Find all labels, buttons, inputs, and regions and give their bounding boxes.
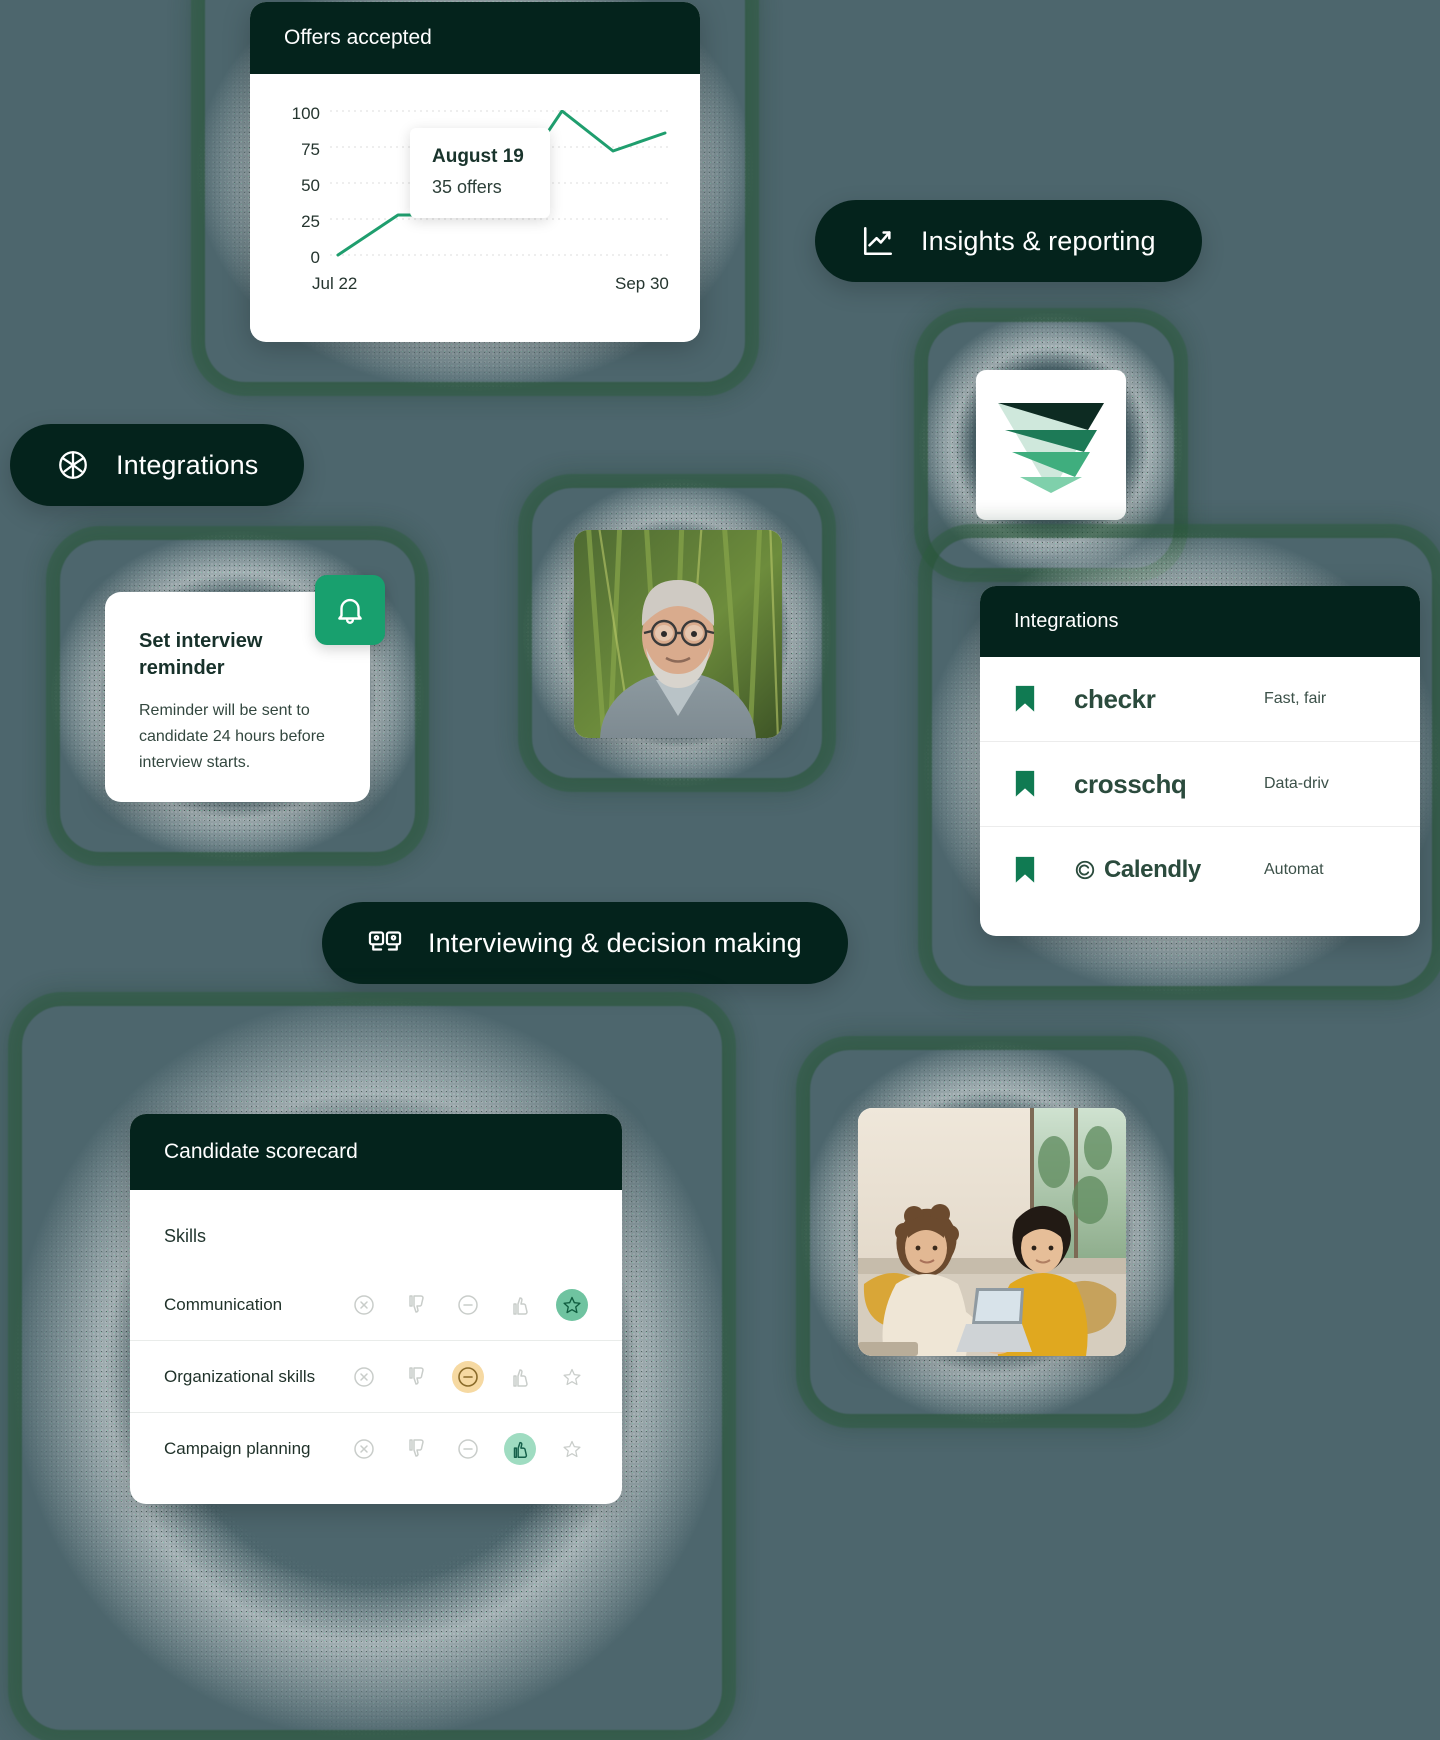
minus-circle-icon[interactable]	[452, 1289, 484, 1321]
bookmark-icon	[1015, 771, 1035, 797]
scorecard-title: Candidate scorecard	[130, 1114, 622, 1190]
portrait-man-glasses-bamboo	[574, 530, 782, 738]
tooltip-value: 35 offers	[432, 177, 502, 197]
offers-card-title: Offers accepted	[250, 2, 700, 74]
integrations-hub-icon	[59, 451, 87, 479]
ytick-25: 25	[301, 212, 320, 231]
portrait-photo-frame	[522, 478, 832, 788]
ytick-100: 100	[291, 104, 320, 123]
integrations-card-frame: Integrations checkr Fast, fair crosschq …	[922, 528, 1440, 996]
pill-insights-reporting[interactable]: Insights & reporting	[815, 200, 1202, 282]
minus-circle-icon[interactable]	[452, 1433, 484, 1465]
scorecard-skill-name: Campaign planning	[164, 1439, 311, 1458]
rating-icons	[348, 1360, 588, 1393]
scorecard-section-label: Skills	[164, 1226, 207, 1246]
thumb-up-icon[interactable]	[504, 1433, 536, 1465]
interview-cards-icon	[368, 931, 402, 951]
pill-integrations-label: Integrations	[116, 449, 259, 480]
logo-tile-card	[976, 370, 1126, 520]
scorecard-row[interactable]: Communication	[130, 1269, 622, 1341]
bookmark-icon	[1015, 686, 1035, 712]
scorecard-skill-name: Organizational skills	[164, 1366, 316, 1386]
x-circle-icon[interactable]	[348, 1361, 380, 1393]
offers-chart: 100 75 50 25 0 Jul 22 Sep 30 August 19 3…	[250, 74, 700, 336]
scorecard-row[interactable]: Campaign planning	[130, 1413, 622, 1485]
portrait-photo-card	[574, 530, 782, 738]
scorecard-row[interactable]: Organizational skills	[130, 1341, 622, 1413]
x-circle-icon[interactable]	[348, 1289, 380, 1321]
x-circle-icon[interactable]	[348, 1433, 380, 1465]
chart-tooltip: August 19 35 offers	[410, 128, 550, 218]
reminder-card-frame: Set interview reminder Reminder will be …	[50, 530, 425, 862]
greenhouse-triangle-logo	[998, 403, 1104, 493]
integration-logo-text: Calendly	[1104, 855, 1201, 883]
trending-up-icon	[863, 226, 893, 256]
reminder-body: Reminder will be sent to candidate 24 ho…	[139, 702, 325, 771]
integrations-card: Integrations checkr Fast, fair crosschq …	[980, 586, 1420, 936]
reminder-title: Set interview reminder	[139, 630, 263, 679]
ytick-0: 0	[310, 248, 320, 267]
pill-insights-label: Insights & reporting	[921, 225, 1156, 256]
rating-icons	[348, 1433, 588, 1465]
offers-accepted-card-frame: Offers accepted 100 75 50 25 0 Jul 22 Se…	[195, 0, 755, 392]
bookmark-icon	[1015, 856, 1035, 883]
offers-accepted-card: Offers accepted 100 75 50 25 0 Jul 22 Se…	[250, 2, 700, 342]
pill-integrations[interactable]: Integrations	[10, 424, 305, 506]
pill-interviewing-label: Interviewing & decision making	[428, 927, 802, 958]
star-icon[interactable]	[556, 1361, 588, 1393]
pill-interviewing-decision-making[interactable]: Interviewing & decision making	[322, 902, 848, 984]
integration-row[interactable]: Calendly Automat	[980, 827, 1420, 912]
integration-desc: Data-driv	[1264, 775, 1329, 792]
integration-row[interactable]: crosschq Data-driv	[980, 742, 1420, 827]
ytick-50: 50	[301, 176, 320, 195]
integrations-card-title: Integrations	[980, 586, 1420, 657]
page-root: Offers accepted 100 75 50 25 0 Jul 22 Se…	[0, 0, 1440, 1740]
calendly-icon	[1075, 860, 1095, 879]
xtick-start: Jul 22	[312, 274, 358, 293]
thumb-up-icon[interactable]	[504, 1289, 536, 1321]
thumb-up-icon[interactable]	[504, 1361, 536, 1393]
bell-icon	[338, 598, 362, 624]
star-icon[interactable]	[556, 1433, 588, 1465]
integration-row[interactable]: checkr Fast, fair	[980, 657, 1420, 742]
team-photo-card	[858, 1108, 1126, 1356]
thumb-down-icon[interactable]	[400, 1361, 432, 1393]
rating-icons	[348, 1288, 588, 1321]
integration-logo: Calendly	[1074, 856, 1264, 884]
integration-logo: checkr	[1074, 683, 1156, 714]
integration-logo: crosschq	[1074, 768, 1187, 799]
thumb-down-icon[interactable]	[400, 1289, 432, 1321]
team-photo-frame	[800, 1040, 1184, 1424]
star-icon[interactable]	[556, 1288, 588, 1321]
reminder-bell-badge[interactable]	[315, 575, 385, 645]
integration-desc: Fast, fair	[1264, 690, 1327, 707]
scorecard-skill-name: Communication	[164, 1294, 283, 1314]
minus-circle-icon[interactable]	[452, 1360, 484, 1393]
two-women-laptop-sofa	[858, 1108, 1126, 1356]
tooltip-date: August 19	[432, 146, 524, 167]
candidate-scorecard-card: Candidate scorecard Skills Communication	[130, 1114, 622, 1504]
ytick-75: 75	[301, 140, 320, 159]
scorecard-frame: Candidate scorecard Skills Communication	[12, 996, 732, 1740]
xtick-end: Sep 30	[615, 274, 669, 293]
thumb-down-icon[interactable]	[400, 1433, 432, 1465]
integration-desc: Automat	[1264, 860, 1324, 878]
